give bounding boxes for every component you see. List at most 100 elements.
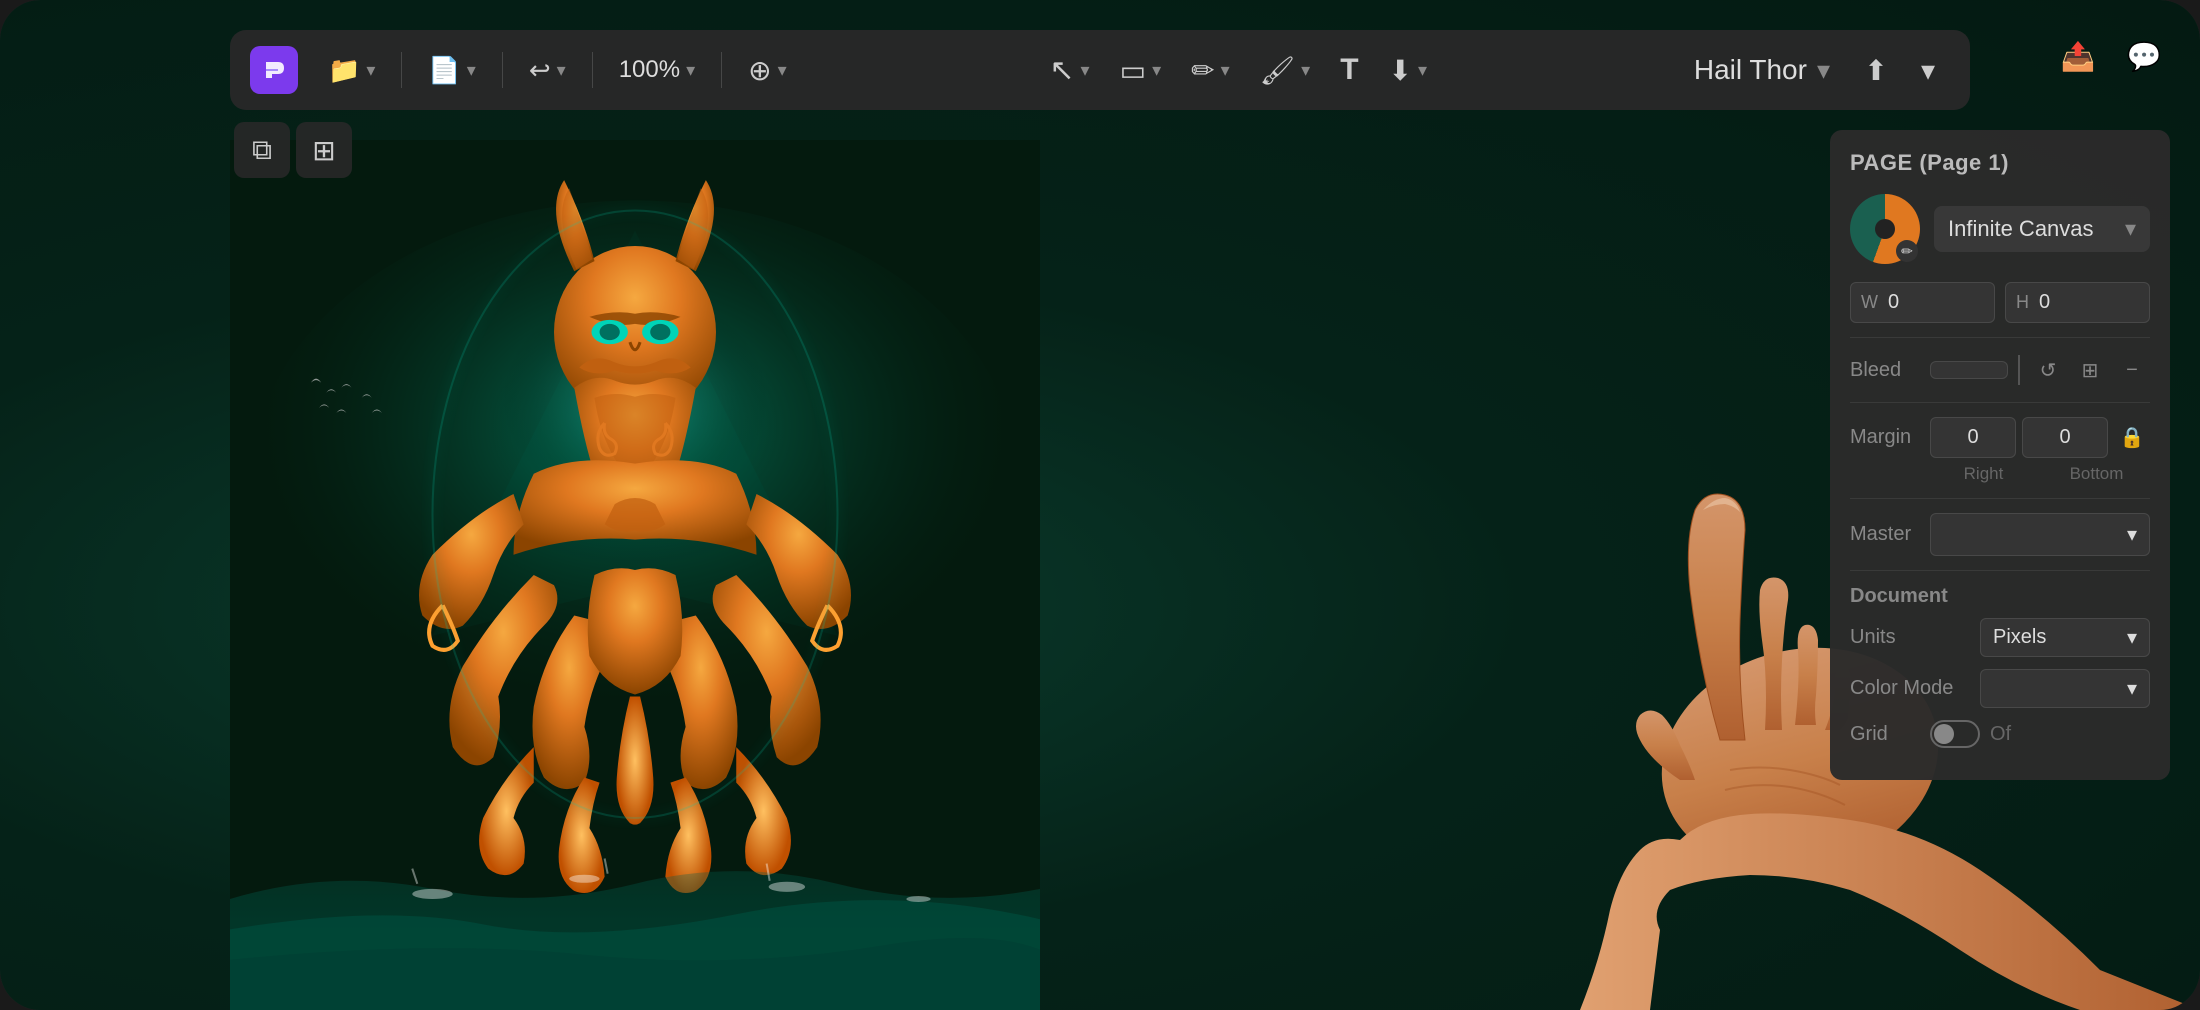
margin-label: Margin	[1850, 426, 1930, 449]
app-logo[interactable]	[250, 46, 298, 94]
chevron-icon-3: ▾	[557, 60, 566, 81]
page-edit-icon[interactable]: ✏	[1896, 240, 1918, 262]
units-dropdown[interactable]: Pixels ▾	[1980, 618, 2150, 657]
bleed-minus-btn[interactable]: −	[2114, 352, 2150, 388]
chevron-icon-8: ▾	[1221, 60, 1230, 81]
magnet-icon: ⊕	[748, 54, 771, 87]
chevron-icon-2: ▾	[467, 60, 476, 81]
bleed-slider[interactable]	[2018, 355, 2020, 385]
margin-lock-btn[interactable]: 🔒	[2114, 420, 2150, 456]
margin-row: Margin 0 0 🔒	[1850, 417, 2150, 458]
main-toolbar: 📁 ▾ 📄 ▾ ↩ ▾ 100% ▾ ⊕ ▾ ↖ ▾	[230, 30, 1970, 110]
page-thumbnail[interactable]: ✏	[1850, 194, 1920, 264]
pen-tool[interactable]: ✏ ▾	[1179, 45, 1242, 96]
rectangle-icon: ▭	[1120, 54, 1146, 87]
margin-bottom-input[interactable]: 0	[2022, 417, 2108, 458]
margin-right-input[interactable]: 0	[1930, 417, 2016, 458]
share-btn[interactable]: 📤	[2052, 30, 2104, 82]
project-name-btn[interactable]: Hail Thor ▾	[1678, 46, 1846, 94]
height-input[interactable]: H 0	[2005, 282, 2150, 323]
color-mode-chevron: ▾	[2127, 676, 2137, 701]
layers-icon: ⊞	[312, 134, 335, 167]
reset-icon: ↺	[2040, 358, 2057, 383]
file-btn[interactable]: 📁 ▾	[316, 47, 387, 94]
width-input[interactable]: W 0	[1850, 282, 1995, 323]
lock-icon: 🔒	[2120, 425, 2145, 450]
chevron-icon-4: ▾	[686, 60, 695, 81]
minus-icon: −	[2126, 359, 2138, 382]
grid-toggle[interactable]	[1930, 720, 1980, 748]
collaborate-icon: 💬	[2127, 40, 2162, 73]
cursor-tool[interactable]: ↖ ▾	[1037, 45, 1101, 96]
canvas-area[interactable]	[230, 140, 1040, 1010]
page-preview: ✏ Infinite Canvas ▾	[1850, 194, 2150, 264]
save-icon: 📄	[428, 55, 460, 86]
text-icon: T	[1340, 53, 1358, 87]
device-frame: 📁 ▾ 📄 ▾ ↩ ▾ 100% ▾ ⊕ ▾ ↖ ▾	[0, 0, 2200, 1010]
color-mode-dropdown[interactable]: ▾	[1980, 669, 2150, 708]
save-btn[interactable]: 📄 ▾	[416, 47, 487, 94]
margin-inputs: 0 0 🔒	[1930, 417, 2150, 458]
bleed-expand-btn[interactable]: ⊞	[2072, 352, 2108, 388]
grid-row: Grid Of	[1850, 720, 2150, 748]
separator-1	[401, 52, 402, 88]
pen-icon: ✏	[1191, 54, 1214, 87]
bleed-label: Bleed	[1850, 359, 1930, 382]
master-label: Master	[1850, 523, 1930, 546]
chevron-icon-6: ▾	[1081, 60, 1090, 81]
bleed-input[interactable]	[1930, 361, 2008, 379]
height-value: 0	[2039, 291, 2050, 314]
panel-title: PAGE (Page 1)	[1850, 150, 2150, 176]
canvas-type-label: Infinite Canvas	[1948, 216, 2094, 242]
project-chevron: ▾	[1817, 55, 1830, 86]
toolbar-right: Hail Thor ▾ ⬆ ▾	[1678, 46, 1950, 94]
magnet-btn[interactable]: ⊕ ▾	[736, 46, 799, 95]
artwork-background	[230, 140, 1040, 1010]
master-chevron: ▾	[2127, 522, 2137, 547]
copy-icon: ⧉	[252, 134, 272, 167]
width-label: W	[1861, 292, 1878, 313]
master-dropdown[interactable]: ▾	[1930, 513, 2150, 556]
layers-btn[interactable]: ⊞	[296, 122, 352, 178]
extra-export-btn[interactable]: ▾	[1906, 48, 1950, 92]
units-chevron: ▾	[2127, 625, 2137, 650]
chevron-icon-9: ▾	[1301, 60, 1310, 81]
divider-1	[1850, 337, 2150, 338]
copy-pages-btn[interactable]: ⧉	[234, 122, 290, 178]
units-value: Pixels	[1993, 626, 2046, 649]
download-icon: ⬇	[1389, 54, 1412, 87]
bleed-reset-btn[interactable]: ↺	[2030, 352, 2066, 388]
download-tool[interactable]: ⬇ ▾	[1377, 45, 1440, 96]
divider-2	[1850, 402, 2150, 403]
chevron-icon-7: ▾	[1152, 60, 1161, 81]
export-btn[interactable]: ⬆	[1854, 48, 1898, 92]
canvas-type-dropdown[interactable]: Infinite Canvas ▾	[1934, 206, 2150, 252]
units-label: Units	[1850, 626, 1980, 649]
divider-4	[1850, 570, 2150, 571]
document-label: Document	[1850, 585, 2150, 608]
share-icon: 📤	[2061, 40, 2096, 73]
properties-panel: PAGE (Page 1) ✏ Infinite Canvas ▾ W 0 H …	[1830, 130, 2170, 780]
grid-value: Of	[1990, 723, 2011, 746]
canvas-chevron: ▾	[2125, 216, 2136, 242]
dimensions-row: W 0 H 0	[1850, 282, 2150, 323]
undo-btn[interactable]: ↩ ▾	[517, 47, 578, 94]
color-mode-label: Color Mode	[1850, 677, 1980, 700]
zoom-btn[interactable]: 100% ▾	[607, 48, 707, 92]
project-name-label: Hail Thor	[1694, 54, 1807, 86]
collaborate-btn[interactable]: 💬	[2118, 30, 2170, 82]
brush-icon: 🖌	[1260, 54, 1296, 87]
chevron-icon-10: ▾	[1418, 60, 1427, 81]
margin-bottom-sub-label: Bottom	[2043, 464, 2150, 484]
master-row: Master ▾	[1850, 513, 2150, 556]
extra-icon: ▾	[1921, 54, 1935, 87]
separator-2	[502, 52, 503, 88]
zoom-value: 100%	[619, 56, 680, 84]
document-section: Document Units Pixels ▾ Color Mode ▾ Gri…	[1850, 585, 2150, 748]
margin-sub-labels: Right Bottom	[1930, 464, 2150, 484]
text-tool[interactable]: T	[1328, 45, 1370, 96]
cursor-icon: ↖	[1049, 53, 1074, 88]
secondary-toolbar: ⧉ ⊞	[230, 118, 356, 182]
brush-tool[interactable]: 🖌 ▾	[1248, 45, 1323, 96]
rect-tool[interactable]: ▭ ▾	[1108, 45, 1174, 96]
